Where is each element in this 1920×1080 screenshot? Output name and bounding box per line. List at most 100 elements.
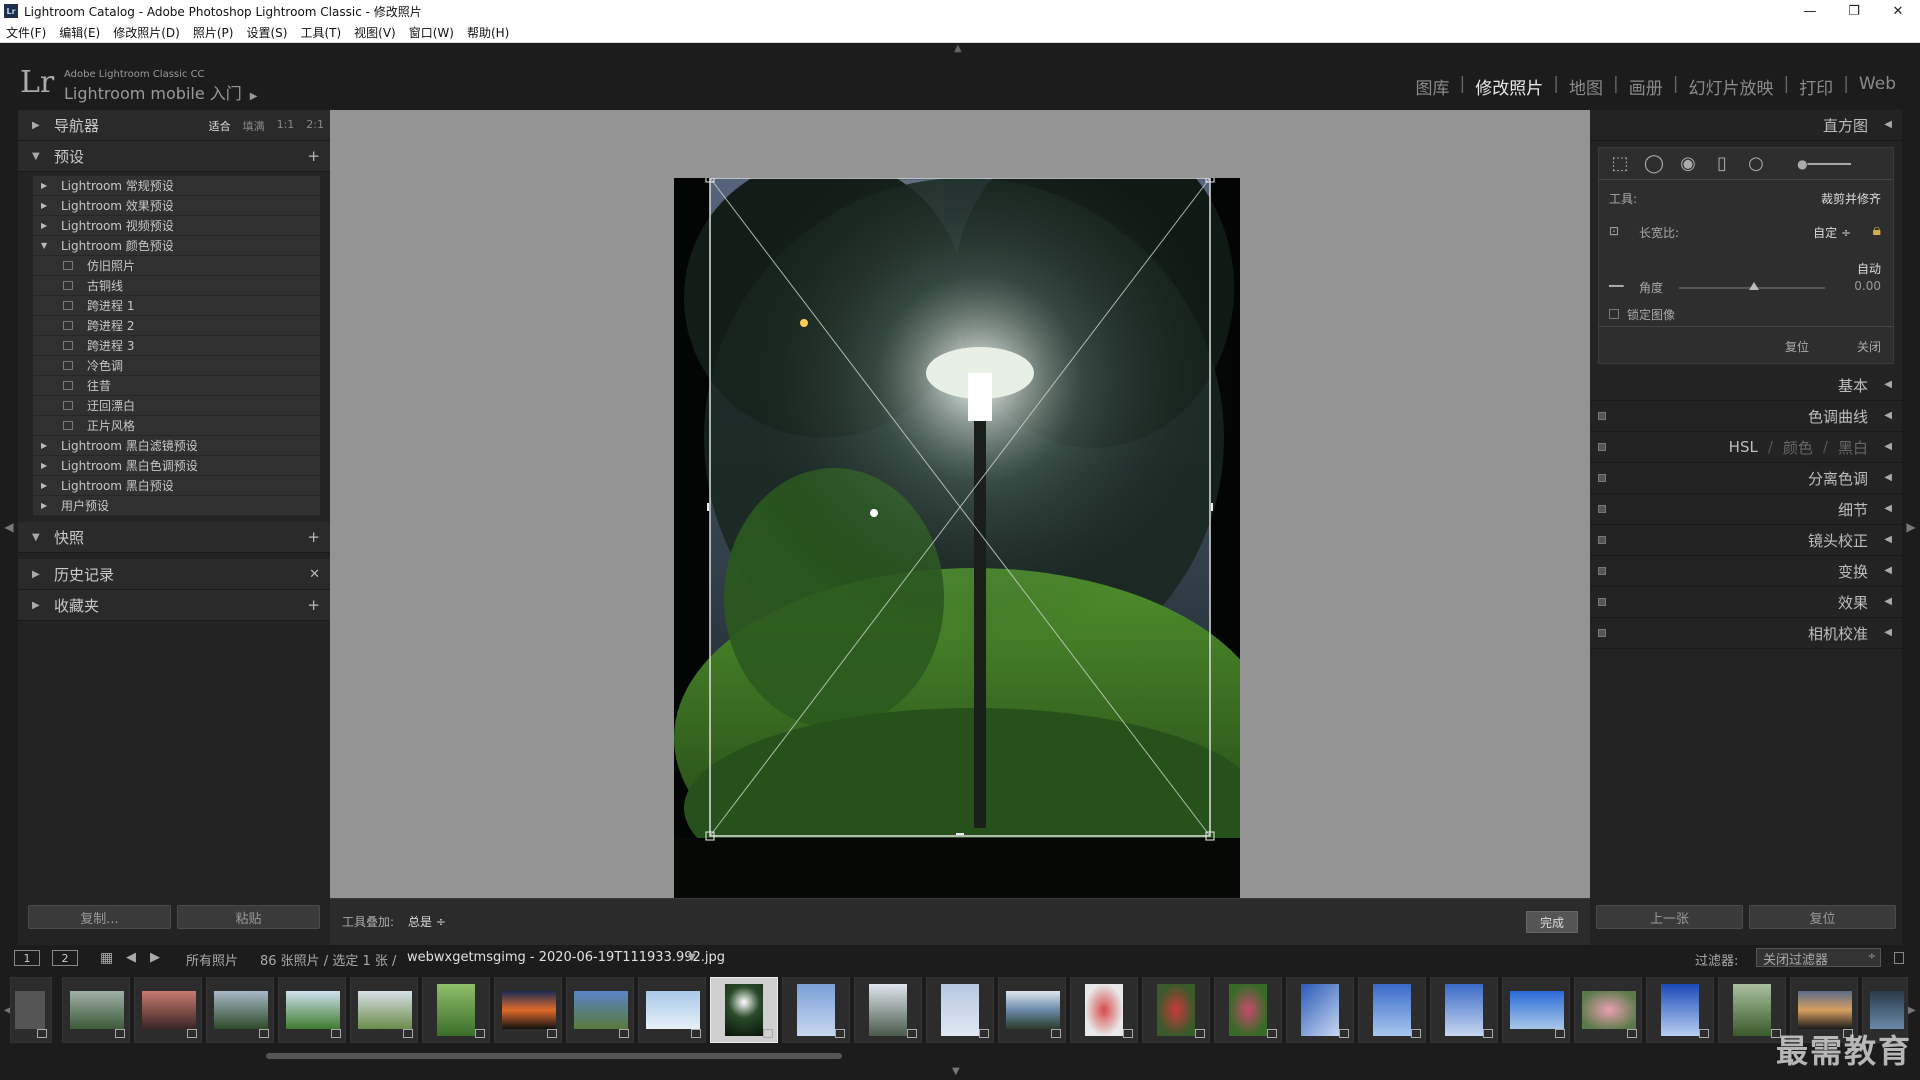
preset-group-open[interactable]: ▼ Lightroom 颜色预设 <box>33 236 320 256</box>
back-arrow-icon[interactable]: ◀ <box>126 950 136 965</box>
film-thumb[interactable] <box>566 977 634 1043</box>
lens-corrections-header[interactable]: 镜头校正 ◀ <box>1590 525 1902 556</box>
right-edge[interactable]: ▶ <box>1902 110 1920 945</box>
bw-tab[interactable]: 黑白 <box>1838 437 1868 458</box>
angle-slider-thumb[interactable] <box>1749 282 1759 290</box>
preset-item[interactable]: 冷色调 <box>33 356 320 376</box>
previous-button[interactable]: 上一张 <box>1596 905 1743 929</box>
module-library[interactable]: 图库 <box>1406 74 1460 99</box>
reset-button[interactable]: 复位 <box>1749 905 1896 929</box>
menu-photo[interactable]: 照片(P) <box>193 24 234 41</box>
done-button[interactable]: 完成 <box>1526 911 1578 933</box>
film-thumb[interactable] <box>1214 977 1282 1043</box>
preset-item[interactable]: 正片风格 <box>33 416 320 436</box>
adjustment-brush-icon[interactable]: ●━━━━━━ <box>1779 154 1869 174</box>
module-print[interactable]: 打印 <box>1789 74 1843 99</box>
transform-header[interactable]: 变换 ◀ <box>1590 556 1902 587</box>
color-tab[interactable]: 颜色 <box>1783 437 1813 458</box>
auto-button[interactable]: 自动 <box>1857 260 1881 277</box>
zoom-1-1[interactable]: 1:1 <box>277 118 295 134</box>
film-thumb[interactable] <box>350 977 418 1043</box>
preset-item[interactable]: 仿旧照片 <box>33 256 320 276</box>
left-edge[interactable]: ◀ <box>0 110 18 945</box>
module-book[interactable]: 画册 <box>1619 74 1673 99</box>
film-thumb[interactable] <box>62 977 130 1043</box>
preset-group[interactable]: ▶ Lightroom 黑白色调预设 <box>33 456 320 476</box>
detail-header[interactable]: 细节 ◀ <box>1590 494 1902 525</box>
preset-item[interactable]: 古铜线 <box>33 276 320 296</box>
maximize-button[interactable]: ❐ <box>1832 0 1876 22</box>
forward-arrow-icon[interactable]: ▶ <box>150 950 160 965</box>
radial-filter-icon[interactable]: ○ <box>1745 153 1767 174</box>
film-thumb[interactable] <box>422 977 490 1043</box>
menu-file[interactable]: 文件(F) <box>6 24 46 41</box>
filmstrip-right-icon[interactable]: ▶ <box>1908 1005 1916 1016</box>
camera-calibration-header[interactable]: 相机校准 ◀ <box>1590 618 1902 649</box>
film-thumb[interactable] <box>494 977 562 1043</box>
menu-window[interactable]: 窗口(W) <box>409 24 454 41</box>
top-panel-toggle-icon[interactable]: ▲ <box>954 43 962 54</box>
navigator-header[interactable]: ▶ 导航器 适合 填满 1:1 2:1 <box>18 110 330 141</box>
level-icon[interactable]: ━━ <box>1609 279 1623 293</box>
collections-header[interactable]: ▶ 收藏夹 + <box>18 590 330 621</box>
paste-settings-button[interactable]: 粘贴 <box>177 905 320 929</box>
menu-tools[interactable]: 工具(T) <box>300 24 341 41</box>
module-web[interactable]: Web <box>1849 74 1906 99</box>
film-thumb[interactable] <box>10 977 52 1043</box>
clear-history-icon[interactable]: ✕ <box>309 567 320 582</box>
minimize-button[interactable]: — <box>1788 0 1832 22</box>
close-window-button[interactable]: ✕ <box>1876 0 1920 22</box>
basic-header[interactable]: 基本 ◀ <box>1590 370 1902 401</box>
film-thumb[interactable] <box>134 977 202 1043</box>
film-thumb[interactable] <box>1430 977 1498 1043</box>
filename-dropdown-icon[interactable]: ▼ <box>688 952 696 963</box>
preset-item[interactable]: 跨进程 1 <box>33 296 320 316</box>
second-window-button[interactable]: 2 <box>52 950 78 966</box>
film-thumb[interactable] <box>1070 977 1138 1043</box>
add-collection-icon[interactable]: + <box>307 596 320 614</box>
history-header[interactable]: ▶ 历史记录 ✕ <box>18 559 330 590</box>
preset-group[interactable]: ▶ Lightroom 黑白滤镜预设 <box>33 436 320 456</box>
filter-lock-icon[interactable] <box>1894 952 1904 964</box>
preset-item[interactable]: 往昔 <box>33 376 320 396</box>
film-thumb[interactable] <box>1574 977 1642 1043</box>
film-thumb[interactable] <box>1502 977 1570 1043</box>
film-thumb[interactable] <box>1646 977 1714 1043</box>
aspect-select[interactable]: 自定 ÷ <box>1813 224 1851 241</box>
lock-icon[interactable]: 🔒︎ <box>1872 220 1881 240</box>
lock-image-checkbox[interactable] <box>1609 309 1619 319</box>
film-thumb[interactable] <box>998 977 1066 1043</box>
preset-group[interactable]: ▶ 用户预设 <box>33 496 320 516</box>
menu-view[interactable]: 视图(V) <box>354 24 396 41</box>
histogram-header[interactable]: 直方图 ◀ <box>1590 110 1902 141</box>
red-eye-icon[interactable]: ◉ <box>1677 153 1699 174</box>
film-thumb[interactable] <box>1358 977 1426 1043</box>
module-slideshow[interactable]: 幻灯片放映 <box>1678 74 1783 99</box>
tool-overlay-select[interactable]: 总是 ÷ <box>408 913 446 930</box>
snapshots-header[interactable]: ▼ 快照 + <box>18 522 330 553</box>
crop-reset-button[interactable]: 复位 <box>1785 338 1809 355</box>
main-window-button[interactable]: 1 <box>14 950 40 966</box>
crop-close-button[interactable]: 关闭 <box>1857 338 1881 355</box>
presets-header[interactable]: ▼ 预设 + <box>18 141 330 172</box>
split-toning-header[interactable]: 分离色调 ◀ <box>1590 463 1902 494</box>
film-thumb[interactable] <box>278 977 346 1043</box>
filmstrip-scrollbar[interactable] <box>266 1053 842 1059</box>
preset-item[interactable]: 跨进程 2 <box>33 316 320 336</box>
zoom-fill[interactable]: 填满 <box>243 118 265 134</box>
photo-preview[interactable] <box>674 178 1240 898</box>
film-thumb[interactable] <box>1286 977 1354 1043</box>
copy-settings-button[interactable]: 复制... <box>28 905 171 929</box>
tone-curve-header[interactable]: 色调曲线 ◀ <box>1590 401 1902 432</box>
left-panel-toggle-icon[interactable]: ◀ <box>0 520 18 534</box>
bottom-panel-toggle-icon[interactable]: ▼ <box>952 1066 960 1077</box>
spot-removal-icon[interactable]: ◯ <box>1643 153 1665 174</box>
grid-view-icon[interactable]: ▦ <box>100 950 113 966</box>
menu-develop[interactable]: 修改照片(D) <box>113 24 180 41</box>
film-thumb[interactable] <box>1142 977 1210 1043</box>
film-thumb[interactable] <box>782 977 850 1043</box>
film-thumb[interactable] <box>638 977 706 1043</box>
preset-group[interactable]: ▶ Lightroom 常规预设 <box>33 176 320 196</box>
preset-item[interactable]: 跨进程 3 <box>33 336 320 356</box>
preset-item[interactable]: 迂回漂白 <box>33 396 320 416</box>
